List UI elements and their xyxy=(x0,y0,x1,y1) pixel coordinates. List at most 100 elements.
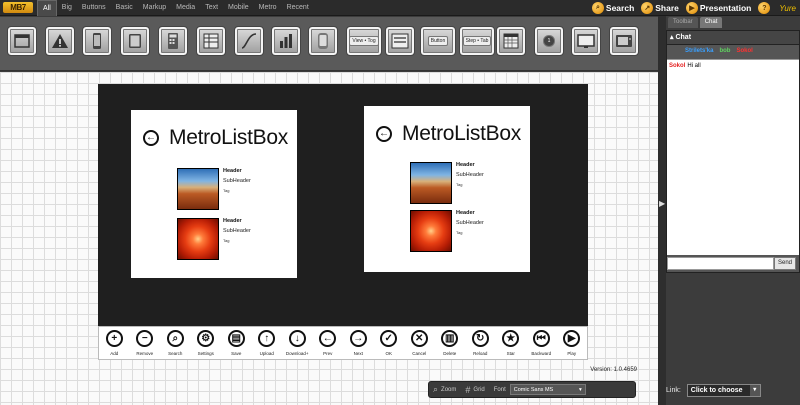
appbar-label: Save xyxy=(231,351,242,356)
list-item[interactable]: Header SubHeader Tag xyxy=(410,162,610,204)
warning-icon xyxy=(52,34,68,48)
back-arrow-icon[interactable]: ← xyxy=(143,130,159,146)
app-logo: MB7 xyxy=(3,2,33,13)
collapse-arrow-icon[interactable]: ▶ xyxy=(659,199,665,208)
appbar-delete-button[interactable]: ▥ Delete xyxy=(435,327,465,359)
tab-mobile[interactable]: Mobile xyxy=(223,0,254,16)
appbar-save-button[interactable]: ▤ Save xyxy=(221,327,251,359)
tab-recent[interactable]: Recent xyxy=(282,0,314,16)
appbar-cancel-button[interactable]: ✕ Cancel xyxy=(404,327,434,359)
metro-listbox-left[interactable]: ← MetroListBox Header SubHeader Tag Head… xyxy=(131,110,297,278)
tab-big[interactable]: Big xyxy=(57,0,77,16)
monitor-icon xyxy=(577,34,595,48)
appbar-label: Cancel xyxy=(412,351,427,356)
appbar-star-button[interactable]: ★ Star xyxy=(496,327,526,359)
help-button[interactable]: ? xyxy=(758,2,772,14)
chat-user[interactable]: Sokol xyxy=(736,48,752,54)
device-mockup[interactable]: ← MetroListBox Header SubHeader Tag Head… xyxy=(98,84,588,358)
list-item[interactable]: Header SubHeader Tag xyxy=(410,210,610,252)
canyon-image xyxy=(177,168,219,210)
list-item[interactable]: Header SubHeader Tag xyxy=(177,218,377,260)
appbar-label: Star xyxy=(506,351,515,356)
tab-toolbar[interactable]: Toolbar xyxy=(668,17,698,28)
toolbar-form-button[interactable] xyxy=(385,26,415,56)
toolbar-tablet-button[interactable] xyxy=(120,26,150,56)
toolbar-phone-button[interactable] xyxy=(82,26,112,56)
toolbar-spreadsheet-button[interactable] xyxy=(196,26,226,56)
chat-header[interactable]: ▴ Chat xyxy=(667,31,799,45)
tablet-icon xyxy=(129,34,141,48)
toolbar-calendar-button[interactable] xyxy=(496,26,526,56)
list-item[interactable]: Header SubHeader Tag xyxy=(177,168,377,210)
tab-basic[interactable]: Basic xyxy=(111,0,138,16)
flower-image xyxy=(177,218,219,260)
appbar-add-button[interactable]: + Add xyxy=(99,327,129,359)
appbar-settings-button[interactable]: ⚙ Settings xyxy=(191,327,221,359)
tab-buttons[interactable]: Buttons xyxy=(77,0,111,16)
font-select[interactable]: Comic Sans MS ▾ xyxy=(509,384,586,395)
panel-header: ← MetroListBox xyxy=(376,122,521,146)
tab-all[interactable]: All xyxy=(37,0,57,16)
tab-markup[interactable]: Markup xyxy=(138,0,171,16)
toolbar-warning-button[interactable] xyxy=(45,26,75,56)
save-icon: ▤ xyxy=(227,330,245,347)
appbar-label: Add xyxy=(110,351,119,356)
dropdown-arrow-icon: ▾ xyxy=(749,384,760,396)
chat-message: Sokol Hi all xyxy=(669,63,797,69)
appbar-next-button[interactable]: → Next xyxy=(343,327,373,359)
tab-chat[interactable]: Chat xyxy=(699,17,723,28)
appbar-download-button[interactable]: ↓ Download+ xyxy=(282,327,312,359)
appbar-prev-button[interactable]: ← Prev xyxy=(313,327,343,359)
item-subheader: SubHeader xyxy=(223,178,251,184)
tab-metro[interactable]: Metro xyxy=(254,0,282,16)
metro-app-bar[interactable]: + Add − Remove ⌕ Search ⚙ Settings ▤ Save ↑ Upload ↓… xyxy=(98,326,588,360)
toolbar-window-button[interactable] xyxy=(7,26,37,56)
toolbar-tv-button[interactable] xyxy=(609,26,639,56)
chat-user[interactable]: bob xyxy=(719,48,730,54)
design-canvas[interactable]: ← MetroListBox Header SubHeader Tag Head… xyxy=(0,72,658,405)
grid-button[interactable]: # Grid xyxy=(465,385,484,395)
appbar-ok-button[interactable]: ✓ OK xyxy=(374,327,404,359)
toolbar-monitor-button[interactable] xyxy=(571,26,601,56)
appbar-upload-button[interactable]: ↑ Upload xyxy=(252,327,282,359)
button-icon: Button xyxy=(427,36,449,46)
tab-media[interactable]: Media xyxy=(171,0,200,16)
chat-user[interactable]: Strilets'ka xyxy=(685,48,713,54)
zoom-button[interactable]: ⌕ Zoom xyxy=(433,384,456,395)
toolbar-badge-button[interactable]: 1 xyxy=(534,26,564,56)
toolbar-segmented-button[interactable]: Step • Tab xyxy=(459,26,495,56)
play-circle-icon: ▶ xyxy=(685,2,698,14)
send-button[interactable]: Send xyxy=(774,257,796,270)
tab-text[interactable]: Text xyxy=(200,0,223,16)
message-author: Sokol xyxy=(669,63,686,69)
search-button[interactable]: ⌕ Search xyxy=(591,2,634,14)
right-panel: Toolbar Chat ▴ Chat Strilets'ka bob Sokol … xyxy=(666,16,800,405)
help-icon: ? xyxy=(758,2,771,14)
bar-chart-icon xyxy=(280,34,292,48)
metro-listbox-right[interactable]: ← MetroListBox Header SubHeader Tag Head… xyxy=(364,106,530,272)
link-select[interactable]: Click to choose ▾ xyxy=(686,383,761,397)
panel-splitter[interactable]: ▶ xyxy=(658,16,666,405)
toolbar-phone-silver-button[interactable] xyxy=(308,26,338,56)
dropdown-arrow-icon: ▾ xyxy=(579,386,582,393)
share-button[interactable]: ↗ Share xyxy=(641,2,679,14)
toolbar-button-button[interactable]: Button xyxy=(420,26,456,56)
panel-title: MetroListBox xyxy=(169,126,288,149)
presentation-button[interactable]: ▶ Presentation xyxy=(685,2,751,14)
toolbar-calculator-button[interactable] xyxy=(158,26,188,56)
appbar-play-button[interactable]: ▶ Play xyxy=(557,327,587,359)
back-arrow-icon[interactable]: ← xyxy=(376,126,392,142)
appbar-remove-button[interactable]: − Remove xyxy=(130,327,160,359)
appbar-reload-button[interactable]: ↻ Reload xyxy=(465,327,495,359)
toolbar-bar-chart-button[interactable] xyxy=(271,26,301,56)
toolbar-view-toggle-button[interactable]: View • Tog xyxy=(346,26,382,56)
toolbar-curve-button[interactable] xyxy=(234,26,264,56)
appbar-backward-button[interactable]: ⏮ Backward xyxy=(526,327,556,359)
appbar-search-button[interactable]: ⌕ Search xyxy=(160,327,190,359)
canvas-bottom-bar: ⌕ Zoom # Grid Font Comic Sans MS ▾ xyxy=(428,381,636,398)
plus-icon: + xyxy=(105,330,123,347)
user-name[interactable]: Yure xyxy=(779,4,796,13)
star-icon: ★ xyxy=(502,330,520,347)
link-label: Link: xyxy=(666,386,681,394)
chat-input[interactable] xyxy=(667,257,774,270)
